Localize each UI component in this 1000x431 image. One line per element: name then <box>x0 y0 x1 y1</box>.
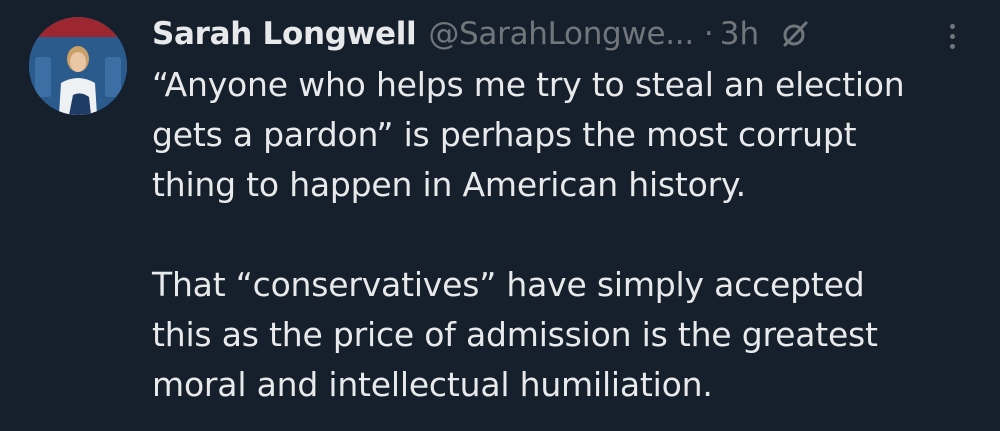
more-icon[interactable] <box>940 18 964 54</box>
text-line: moral and intellectual humiliation. <box>152 365 713 404</box>
avatar[interactable] <box>29 17 127 115</box>
paragraph-2: That “conservatives” have simply accepte… <box>152 260 982 410</box>
tweet: Sarah Longwell @SarahLongwe... · 3h “Any… <box>0 0 1000 431</box>
text-line: this as the price of admission is the gr… <box>152 315 878 354</box>
paragraph-1: “Anyone who helps me try to steal an ele… <box>152 60 982 210</box>
author-handle[interactable]: @SarahLongwe... <box>428 16 694 52</box>
text-line: thing to happen in American history. <box>152 165 746 204</box>
tweet-text: “Anyone who helps me try to steal an ele… <box>152 60 982 410</box>
grok-icon[interactable] <box>781 20 809 48</box>
author-name[interactable]: Sarah Longwell <box>152 16 417 52</box>
text-line: gets a pardon” is perhaps the most corru… <box>152 115 857 154</box>
text-line: “Anyone who helps me try to steal an ele… <box>152 65 905 104</box>
tweet-header: Sarah Longwell @SarahLongwe... · 3h <box>152 12 809 56</box>
separator-dot: · <box>703 16 714 52</box>
avatar-image <box>29 17 127 115</box>
timestamp[interactable]: 3h <box>720 16 759 52</box>
text-line: That “conservatives” have simply accepte… <box>152 265 865 304</box>
